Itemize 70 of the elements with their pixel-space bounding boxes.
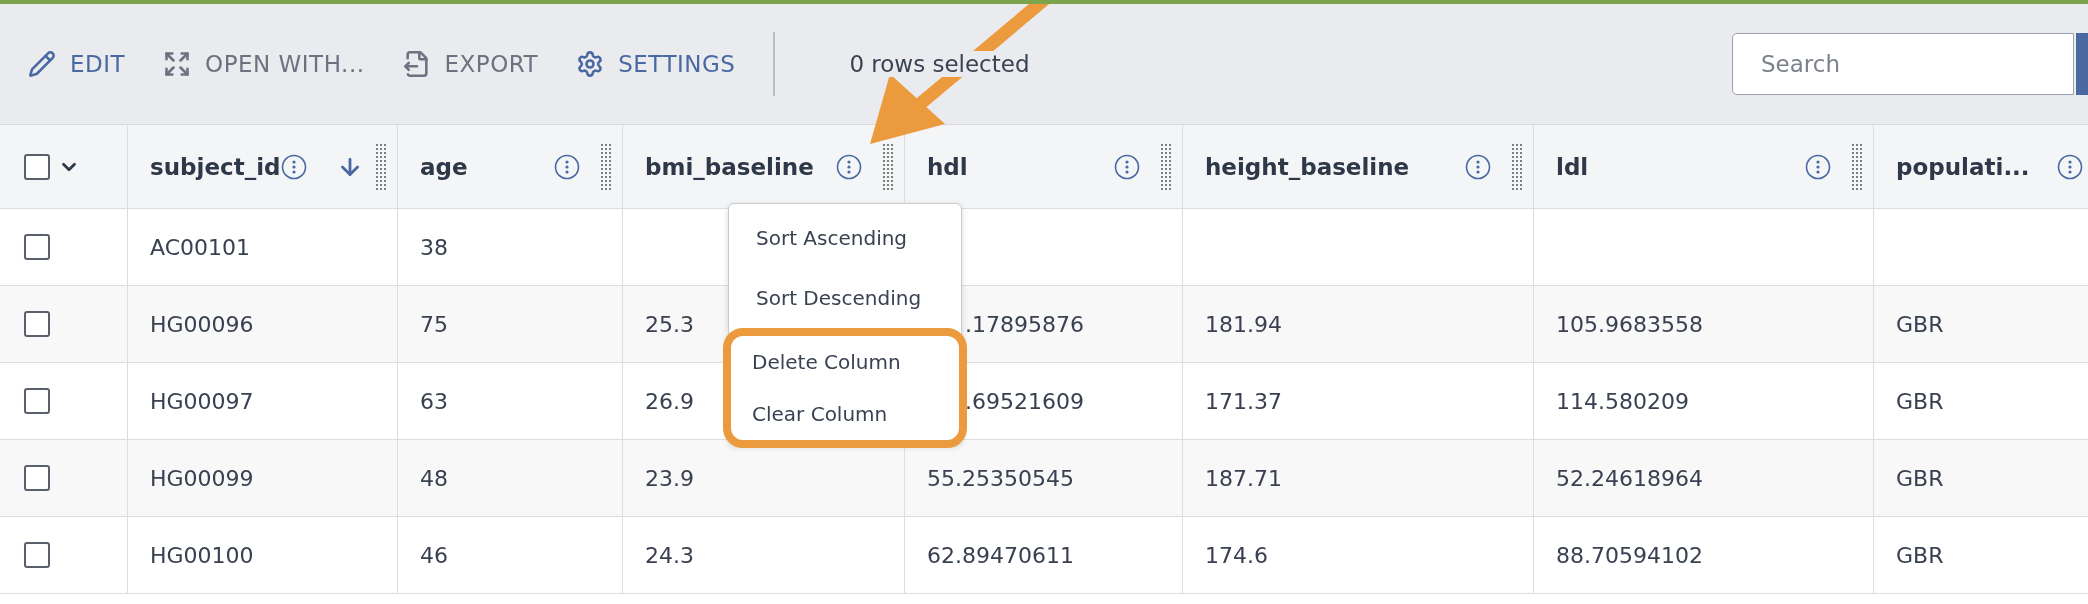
menu-item[interactable]: Delete Column — [731, 336, 959, 388]
table-cell: HG00099 — [150, 465, 254, 491]
resize-handle-icon[interactable] — [1511, 142, 1523, 191]
open-icon — [163, 50, 192, 78]
info-icon[interactable] — [1805, 153, 1831, 180]
row-checkbox[interactable] — [24, 311, 50, 337]
table-cell: 46 — [420, 542, 448, 568]
table-cell: 23.9 — [645, 465, 694, 491]
info-icon[interactable] — [2057, 153, 2083, 180]
table-cell: 187.71 — [1205, 465, 1282, 491]
selection-status: 0 rows selected — [849, 51, 1030, 77]
menu-item[interactable]: Sort Ascending — [729, 208, 961, 268]
table-cell: .17895876 — [965, 311, 1084, 337]
resize-handle-icon[interactable] — [882, 142, 894, 191]
table-cell: 25.3 — [645, 311, 694, 337]
info-icon[interactable] — [836, 153, 862, 180]
info-icon[interactable] — [1465, 153, 1491, 180]
table-cell: HG00100 — [150, 542, 254, 568]
table-cell: 114.580209 — [1556, 388, 1689, 414]
table-cell: .69521609 — [965, 388, 1084, 414]
info-icon[interactable] — [554, 153, 580, 180]
select-all-checkbox[interactable] — [24, 153, 50, 180]
resize-handle-icon[interactable] — [1851, 142, 1863, 191]
table-cell: 63 — [420, 388, 448, 414]
column-header[interactable]: subject_id — [150, 153, 281, 180]
column-header[interactable]: hdl — [927, 153, 968, 180]
table-cell: 88.70594102 — [1556, 542, 1703, 568]
row-checkbox[interactable] — [24, 388, 50, 414]
resize-handle-icon[interactable] — [1160, 142, 1172, 191]
toolbar-button[interactable]: EXPORT — [402, 50, 539, 78]
table-cell: GBR — [1896, 311, 1944, 337]
column-header[interactable]: bmi_baseline — [645, 153, 814, 180]
table-cell: 24.3 — [645, 542, 694, 568]
table-cell: 52.24618964 — [1556, 465, 1703, 491]
menu-item[interactable]: Sort Descending — [729, 268, 961, 328]
table-cell: HG00096 — [150, 311, 254, 337]
menu-item[interactable]: Clear Column — [731, 388, 959, 440]
column-header[interactable]: age — [420, 153, 468, 180]
table-cell: AC00101 — [150, 234, 250, 260]
export-icon — [402, 50, 431, 78]
column-header[interactable]: populati... — [1896, 153, 2030, 180]
table-cell: 38 — [420, 234, 448, 260]
resize-handle-icon[interactable] — [600, 142, 612, 191]
toolbar-button[interactable]: EDIT — [28, 50, 126, 78]
table-cell: 48 — [420, 465, 448, 491]
toolbar-button[interactable]: OPEN WITH... — [163, 50, 365, 78]
row-checkbox[interactable] — [24, 234, 50, 260]
toolbar-button[interactable]: SETTINGS — [576, 50, 736, 78]
table-cell: GBR — [1896, 542, 1944, 568]
row-checkbox[interactable] — [24, 542, 50, 568]
column-header[interactable]: height_baseline — [1205, 153, 1410, 180]
table-cell: 75 — [420, 311, 448, 337]
row-checkbox[interactable] — [24, 465, 50, 491]
search-field[interactable]: Search — [1732, 33, 2074, 95]
column-header[interactable]: ldl — [1556, 153, 1589, 180]
settings-icon — [576, 50, 605, 78]
table-cell: 105.9683558 — [1556, 311, 1703, 337]
table-cell: 181.94 — [1205, 311, 1282, 337]
info-icon[interactable] — [280, 153, 307, 180]
table-cell: GBR — [1896, 465, 1944, 491]
info-icon[interactable] — [1114, 153, 1140, 180]
table-cell: HG00097 — [150, 388, 254, 414]
table-cell: 26.9 — [645, 388, 694, 414]
table-cell: 62.89470611 — [927, 542, 1074, 568]
table-cell: 171.37 — [1205, 388, 1282, 414]
table-cell: GBR — [1896, 388, 1944, 414]
table-cell: 55.25350545 — [927, 465, 1074, 491]
edit-icon — [28, 50, 56, 78]
table-cell: 174.6 — [1205, 542, 1268, 568]
resize-handle-icon[interactable] — [375, 142, 387, 191]
